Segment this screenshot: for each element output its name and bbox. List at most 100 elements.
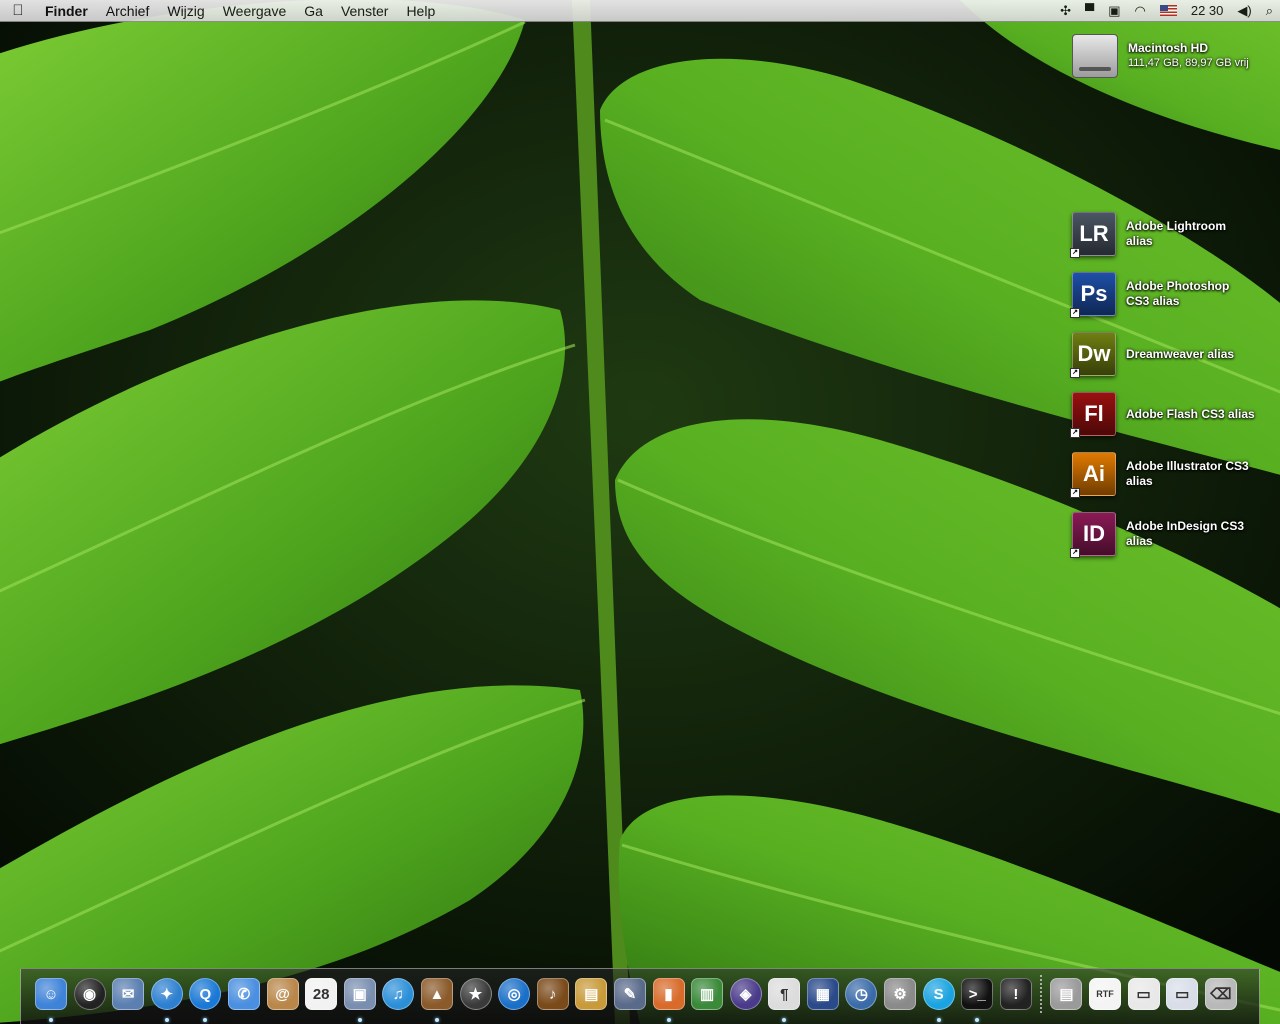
dock-item-applications-stack[interactable]: ▤: [1050, 978, 1083, 1010]
spotlight-search-icon[interactable]: ⌕: [1259, 3, 1280, 19]
running-indicator: [666, 1018, 671, 1022]
mail-window-icon: ▭: [1166, 978, 1199, 1010]
hard-drive-icon: [1072, 34, 1118, 78]
dock-items: ☺ ◉ ✉ ✦ Q ✆ @28 ▣ ♫ ▲ ★ ◎ ♪ ▤ ✎ ▮ ▥ ◈ ¶ ▦ ◷ ⚙ S >_! ▤ RTF ▭ ▭ ⌫: [35, 975, 1243, 1022]
time-machine-icon: ◷: [845, 978, 878, 1010]
apple-menu-icon[interactable]: : [0, 2, 36, 19]
dock-item-idvd[interactable]: ◎: [498, 978, 531, 1010]
dock-separator: [1040, 975, 1043, 1013]
status-area: ✣ ▀ ▣ ◠ 22 30 ◀) ⌕: [1053, 0, 1280, 22]
dock-item-system-preferences[interactable]: ⚙: [884, 978, 917, 1010]
dock-item-dashboard[interactable]: ◉: [73, 978, 106, 1010]
volume-icon[interactable]: ◀): [1230, 3, 1258, 19]
textedit-icon: ¶: [768, 978, 801, 1010]
indesign-alias[interactable]: ID ↗ Adobe InDesign CS3 alias: [1070, 512, 1276, 558]
document-icon: ▭: [1127, 978, 1160, 1010]
menu-help[interactable]: Help: [397, 3, 444, 19]
running-indicator: [782, 1018, 787, 1022]
alias-arrow-icon: ↗: [1070, 548, 1080, 558]
menu-bar:  Finder Archief Wijzig Weergave Ga Vens…: [0, 0, 1280, 22]
desktop-icon-label: Dreamweaver alias: [1126, 346, 1235, 361]
dock-item-terminal[interactable]: >_: [961, 978, 994, 1022]
script-editor-icon: ✎: [613, 978, 646, 1010]
dock-item-imovie[interactable]: ★: [459, 978, 492, 1010]
lightroom-icon: LR ↗: [1070, 212, 1116, 258]
dock-item-spaces[interactable]: ▦: [806, 978, 839, 1010]
dock-item-garageband[interactable]: ♪: [536, 978, 569, 1010]
macintosh-hd-desktop-icon[interactable]: Macintosh HD 111,47 GB, 89,97 GB vrij: [1072, 34, 1278, 78]
dock-item-itunes[interactable]: ♫: [382, 978, 415, 1010]
rtf-document-icon: RTF: [1089, 978, 1122, 1010]
iweb-icon: ▤: [575, 978, 608, 1010]
photoshop-alias[interactable]: Ps ↗ Adobe Photoshop CS3 alias: [1070, 272, 1276, 318]
running-indicator: [975, 1018, 980, 1022]
wifi-icon[interactable]: ◠: [1128, 3, 1153, 19]
dock-item-finder[interactable]: ☺: [35, 978, 67, 1022]
alias-arrow-icon: ↗: [1070, 308, 1080, 318]
running-indicator: [164, 1018, 169, 1022]
imovie-icon: ★: [459, 978, 492, 1010]
menu-finder[interactable]: Finder: [36, 3, 97, 19]
dock-item-skype[interactable]: S: [922, 978, 955, 1022]
desktop-icon-label: Adobe Illustrator CS3 alias: [1126, 459, 1249, 488]
dreamweaver-alias[interactable]: Dw ↗ Dreamweaver alias: [1070, 332, 1276, 378]
address-book-icon: @: [266, 978, 299, 1010]
lightroom-alias[interactable]: LR ↗ Adobe Lightroom alias: [1070, 212, 1276, 258]
dock-item-address-book[interactable]: @: [266, 978, 299, 1010]
trash-icon: ⌫: [1204, 978, 1237, 1010]
dock-item-mail-window[interactable]: ▭: [1166, 978, 1199, 1010]
dock-item-textedit[interactable]: ¶: [768, 978, 801, 1022]
dock-item-script-editor[interactable]: ✎: [613, 978, 646, 1010]
dock-item-trash[interactable]: ⌫: [1204, 978, 1237, 1010]
menu-ga[interactable]: Ga: [295, 3, 332, 19]
front-row-icon: ◈: [729, 978, 762, 1010]
system-preferences-icon: ⚙: [884, 978, 917, 1010]
dock-item-console[interactable]: !: [999, 978, 1032, 1010]
spaces-icon: ▦: [806, 978, 839, 1010]
dock-item-keynote[interactable]: ▮: [652, 978, 685, 1022]
running-indicator: [357, 1018, 362, 1022]
dock-item-front-row[interactable]: ◈: [729, 978, 762, 1010]
dock-item-preview[interactable]: ▣: [343, 978, 376, 1022]
desktop-icon-label: Adobe Photoshop CS3 alias: [1126, 279, 1230, 308]
clock[interactable]: 22 30: [1184, 3, 1231, 18]
ichat-icon: ✆: [227, 978, 260, 1010]
numbers-icon: ▥: [691, 978, 724, 1010]
dock-item-iweb[interactable]: ▤: [575, 978, 608, 1010]
dock-item-safari[interactable]: ✦: [150, 978, 183, 1022]
input-menu-flag-icon[interactable]: [1153, 5, 1184, 16]
alias-arrow-icon: ↗: [1070, 488, 1080, 498]
display-icon[interactable]: ▀: [1078, 3, 1101, 18]
menu-wijzig[interactable]: Wijzig: [158, 3, 213, 19]
skype-icon: S: [922, 978, 955, 1010]
dock-item-mail-stamp[interactable]: ✉: [112, 978, 145, 1010]
iphoto-icon: ▲: [420, 978, 453, 1010]
dreamweaver-icon: Dw ↗: [1070, 332, 1116, 378]
dock-item-quicktime[interactable]: Q: [189, 978, 222, 1022]
flash-alias[interactable]: Fl ↗ Adobe Flash CS3 alias: [1070, 392, 1276, 438]
menu-weergave[interactable]: Weergave: [214, 3, 296, 19]
desktop-icon-label: Adobe InDesign CS3 alias: [1126, 519, 1245, 548]
dock: ☺ ◉ ✉ ✦ Q ✆ @28 ▣ ♫ ▲ ★ ◎ ♪ ▤ ✎ ▮ ▥ ◈ ¶ ▦ ◷ ⚙ S >_! ▤ RTF ▭ ▭ ⌫: [20, 968, 1260, 1024]
safari-icon: ✦: [150, 978, 183, 1010]
dock-item-document[interactable]: ▭: [1127, 978, 1160, 1010]
menu-archief[interactable]: Archief: [97, 3, 159, 19]
dock-item-ical[interactable]: 28: [305, 978, 338, 1010]
dock-item-ichat[interactable]: ✆: [227, 978, 260, 1010]
dock-item-rtf-document[interactable]: RTF: [1089, 978, 1122, 1010]
keynote-icon: ▮: [652, 978, 685, 1010]
quicktime-icon: Q: [189, 978, 222, 1010]
itunes-icon: ♫: [382, 978, 415, 1010]
illustrator-icon: Ai ↗: [1070, 452, 1116, 498]
spaces-menu-icon[interactable]: ▣: [1101, 3, 1127, 19]
illustrator-alias[interactable]: Ai ↗ Adobe Illustrator CS3 alias: [1070, 452, 1276, 498]
dock-item-time-machine[interactable]: ◷: [845, 978, 878, 1010]
dock-item-iphoto[interactable]: ▲: [420, 978, 453, 1022]
bluetooth-icon[interactable]: ✣: [1053, 3, 1078, 19]
dashboard-icon: ◉: [73, 978, 106, 1010]
dock-item-numbers[interactable]: ▥: [691, 978, 724, 1010]
indesign-icon: ID ↗: [1070, 512, 1116, 558]
terminal-icon: >_: [961, 978, 994, 1010]
menu-venster[interactable]: Venster: [332, 3, 397, 19]
alias-arrow-icon: ↗: [1070, 248, 1080, 258]
